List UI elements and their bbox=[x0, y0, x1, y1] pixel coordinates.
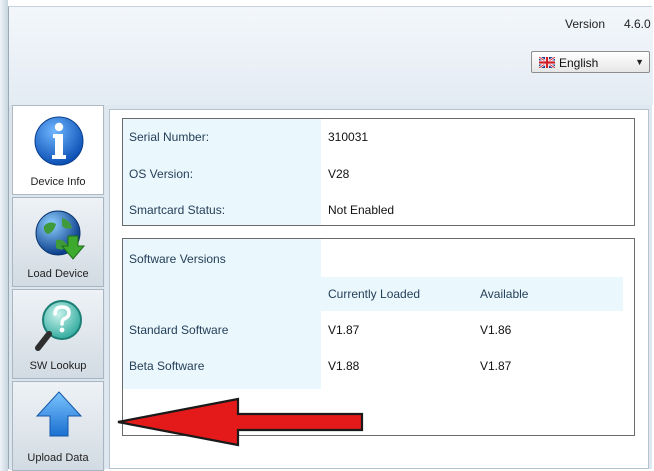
column-header-available: Available bbox=[480, 287, 529, 301]
magnifier-question-icon bbox=[35, 300, 82, 351]
smartcard-status-label: Smartcard Status: bbox=[129, 203, 226, 217]
os-version-label: OS Version: bbox=[129, 167, 194, 181]
sidebar-item-label: Device Info bbox=[30, 176, 86, 188]
version-number: 4.6.0 bbox=[624, 17, 651, 31]
beta-software-available: V1.87 bbox=[480, 359, 512, 373]
beta-software-label: Beta Software bbox=[129, 359, 205, 373]
version-label: Version bbox=[565, 17, 606, 31]
chevron-down-icon: ▼ bbox=[635, 57, 644, 67]
uk-flag-icon bbox=[539, 57, 555, 68]
beta-software-loaded: V1.88 bbox=[328, 359, 360, 373]
smartcard-status-value: Not Enabled bbox=[328, 203, 395, 217]
device-info-box: Serial Number: 310031 OS Version: V28 Sm… bbox=[122, 118, 635, 226]
annotation-arrow bbox=[117, 397, 364, 447]
header-bar: Version 4.6.0 English ▼ bbox=[9, 7, 653, 105]
sidebar-item-label: SW Lookup bbox=[29, 360, 87, 372]
language-selected: English bbox=[559, 56, 599, 70]
sidebar-item-upload-data[interactable]: Upload Data bbox=[12, 381, 104, 471]
standard-software-loaded: V1.87 bbox=[328, 323, 360, 337]
sidebar-item-device-info[interactable]: Device Info bbox=[12, 105, 104, 195]
serial-number-value: 310031 bbox=[328, 130, 369, 144]
arrow-up-icon bbox=[35, 391, 83, 437]
sidebar-item-label: Upload Data bbox=[27, 452, 89, 464]
software-versions-label: Software Versions bbox=[129, 252, 226, 266]
language-select[interactable]: English ▼ bbox=[531, 51, 650, 73]
globe-download-icon bbox=[35, 210, 86, 260]
sidebar-item-load-device[interactable]: Load Device bbox=[12, 197, 104, 287]
standard-software-label: Standard Software bbox=[129, 323, 229, 337]
column-header-currently-loaded: Currently Loaded bbox=[328, 287, 421, 301]
sidebar-item-label: Load Device bbox=[27, 268, 89, 280]
sidebar-item-sw-lookup[interactable]: SW Lookup bbox=[12, 289, 104, 379]
standard-software-available: V1.86 bbox=[480, 323, 512, 337]
sidebar: Device Info Load Device SW Lookup Upload… bbox=[9, 105, 105, 471]
serial-number-label: Serial Number: bbox=[129, 130, 210, 144]
os-version-value: V28 bbox=[328, 167, 350, 181]
info-icon bbox=[34, 116, 84, 166]
window-left-edge bbox=[0, 0, 8, 471]
